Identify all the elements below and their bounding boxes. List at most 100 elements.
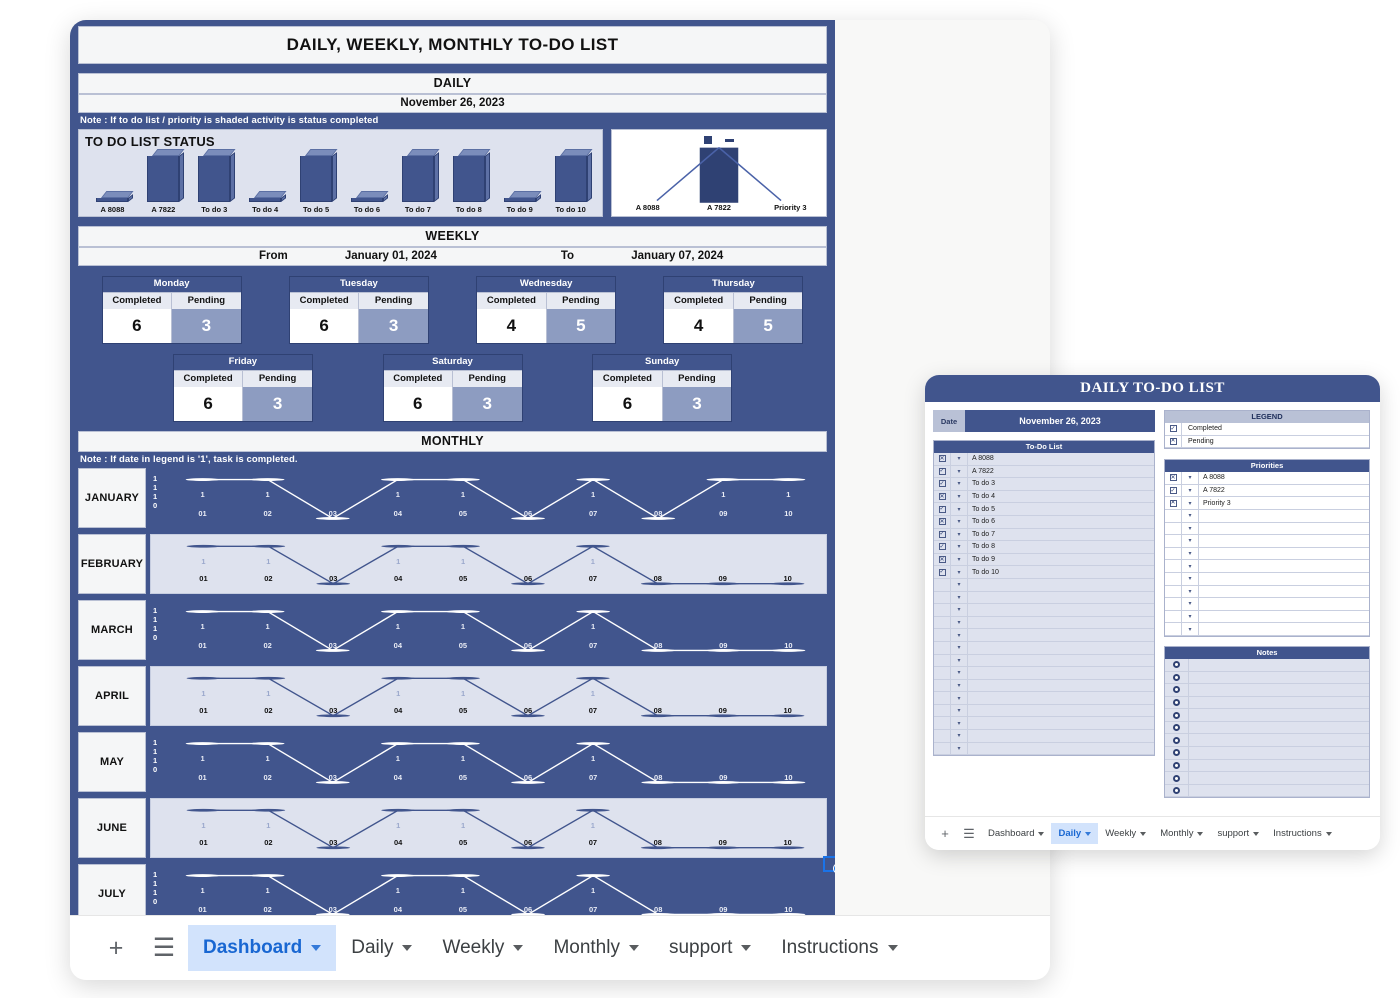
crossed-checkbox-icon[interactable]: ✕ — [938, 455, 946, 463]
note-row[interactable] — [1165, 709, 1369, 722]
list-item[interactable]: ▾ — [1165, 585, 1369, 599]
list-item[interactable]: ▾ — [934, 591, 1154, 605]
checkbox-cell[interactable]: ✓ — [934, 566, 951, 578]
checkbox-cell[interactable] — [1165, 522, 1182, 535]
month-line-chart[interactable]: 1 1 1 0 1 1 1 1 1 01 02 03 04 05 06 07 08 09 10 — [150, 864, 827, 915]
note-row[interactable] — [1165, 684, 1369, 697]
note-row[interactable] — [1165, 734, 1369, 748]
item-text[interactable] — [968, 667, 1154, 679]
note-text[interactable] — [1189, 747, 1369, 759]
item-text[interactable] — [1199, 535, 1369, 547]
note-row[interactable] — [1165, 671, 1369, 685]
item-text[interactable] — [1199, 585, 1369, 598]
plus-icon[interactable]: + — [92, 934, 140, 963]
dropdown-caret-icon[interactable]: ▾ — [1182, 509, 1199, 522]
dropdown-caret-icon[interactable]: ▾ — [1182, 572, 1199, 585]
item-text[interactable] — [1199, 572, 1369, 585]
list-item[interactable]: ▾ — [934, 578, 1154, 592]
list-item[interactable]: ✓ ▾ To do 5 — [934, 503, 1154, 516]
list-item[interactable]: ✓ ▾ To do 10 — [934, 566, 1154, 579]
month-line-chart[interactable]: 1 1 1 1 1 01 02 03 04 05 06 07 08 09 10 — [150, 798, 827, 858]
note-text[interactable] — [1189, 772, 1369, 784]
crossed-checkbox-icon[interactable]: ✕ — [938, 518, 946, 526]
item-text[interactable]: To do 9 — [968, 553, 1154, 566]
chevron-down-icon[interactable] — [402, 945, 413, 951]
checkbox-cell[interactable] — [934, 742, 951, 755]
dropdown-caret-icon[interactable]: ▾ — [951, 616, 968, 629]
dropdown-caret-icon[interactable]: ▾ — [951, 654, 968, 667]
checkbox-cell[interactable]: ✓ — [1165, 484, 1182, 497]
list-item[interactable]: ▾ — [934, 717, 1154, 731]
weekday-card[interactable]: Friday Completed Pending 6 3 — [172, 354, 313, 422]
item-text[interactable] — [968, 717, 1154, 730]
dropdown-caret-icon[interactable]: ▾ — [951, 541, 968, 553]
checkbox-cell[interactable] — [934, 730, 951, 742]
weekday-card[interactable]: Sunday Completed Pending 6 3 — [592, 354, 733, 422]
checkbox-cell[interactable]: ✓ — [934, 478, 951, 490]
dropdown-caret-icon[interactable]: ▾ — [1182, 585, 1199, 598]
tab-dashboard[interactable]: Dashboard — [981, 823, 1051, 844]
spreadsheet-canvas[interactable]: DAILY, WEEKLY, MONTHLY TO-DO LIST DAILY … — [70, 20, 835, 915]
dropdown-caret-icon[interactable]: ▾ — [951, 629, 968, 641]
dropdown-caret-icon[interactable]: ▾ — [1182, 484, 1199, 497]
checked-checkbox-icon[interactable]: ✓ — [1169, 487, 1177, 495]
item-text[interactable] — [968, 679, 1154, 692]
item-text[interactable] — [1199, 598, 1369, 610]
checkbox-cell[interactable] — [934, 679, 951, 692]
list-item[interactable]: ▾ — [1165, 598, 1369, 611]
list-item[interactable]: ✕ ▾ To do 4 — [934, 490, 1154, 504]
item-text[interactable] — [968, 730, 1154, 742]
chevron-down-icon[interactable] — [741, 945, 752, 951]
plus-icon[interactable]: + — [933, 826, 957, 841]
item-text[interactable]: To do 3 — [968, 478, 1154, 490]
checkbox-cell[interactable] — [934, 616, 951, 629]
checkbox-cell[interactable] — [1165, 509, 1182, 522]
item-text[interactable] — [968, 742, 1154, 755]
dropdown-caret-icon[interactable]: ▾ — [951, 566, 968, 578]
dropdown-caret-icon[interactable]: ▾ — [951, 453, 968, 465]
tab-instructions[interactable]: Instructions — [1266, 823, 1339, 844]
checkbox-cell[interactable] — [934, 667, 951, 679]
list-item[interactable]: ✓ ▾ A 7822 — [1165, 484, 1369, 498]
chevron-down-icon[interactable] — [1140, 831, 1147, 836]
list-item[interactable]: ▾ — [934, 616, 1154, 630]
dropdown-caret-icon[interactable]: ▾ — [951, 704, 968, 717]
priority-chart[interactable]: A 8088 A 7822 Priority 3 — [611, 129, 827, 217]
dropdown-caret-icon[interactable]: ▾ — [951, 730, 968, 742]
weekday-card[interactable]: Monday Completed Pending 6 3 — [101, 276, 242, 344]
weekday-card[interactable]: Wednesday Completed Pending 4 5 — [476, 276, 617, 344]
dropdown-caret-icon[interactable]: ▾ — [1182, 472, 1199, 484]
item-text[interactable]: Priority 3 — [1199, 497, 1369, 509]
checked-checkbox-icon[interactable]: ✓ — [938, 530, 946, 538]
dropdown-caret-icon[interactable]: ▾ — [951, 515, 968, 528]
tab-instructions[interactable]: Instructions — [766, 925, 912, 971]
checkbox-cell[interactable]: ✕ — [1165, 472, 1182, 484]
dropdown-caret-icon[interactable]: ▾ — [1182, 610, 1199, 623]
item-text[interactable]: A 8088 — [1199, 472, 1369, 484]
tab-monthly[interactable]: Monthly — [538, 925, 654, 971]
chevron-down-icon[interactable] — [1197, 831, 1204, 836]
chevron-down-icon[interactable] — [1038, 831, 1045, 836]
month-line-chart[interactable]: 1 1 1 0 1 1 1 1 1 01 02 03 04 05 06 07 08 09 10 — [150, 732, 827, 792]
dropdown-caret-icon[interactable]: ▾ — [951, 679, 968, 692]
list-item[interactable]: ▾ — [1165, 535, 1369, 548]
dropdown-caret-icon[interactable]: ▾ — [951, 604, 968, 616]
list-item[interactable]: ✕ ▾ To do 6 — [934, 515, 1154, 529]
note-text[interactable] — [1189, 784, 1369, 797]
checkbox-cell[interactable]: ✕ — [934, 490, 951, 503]
item-text[interactable] — [1199, 560, 1369, 572]
note-text[interactable] — [1189, 658, 1369, 671]
item-text[interactable]: A 7822 — [1199, 484, 1369, 497]
checkbox-cell[interactable]: ✓ — [934, 503, 951, 515]
item-text[interactable]: To do 4 — [968, 490, 1154, 503]
dropdown-caret-icon[interactable]: ▾ — [951, 591, 968, 604]
item-text[interactable] — [968, 616, 1154, 629]
month-line-chart[interactable]: 1 1 1 0 1 1 1 1 1 01 02 03 04 05 06 07 08 09 10 — [150, 600, 827, 660]
dropdown-caret-icon[interactable]: ▾ — [951, 553, 968, 566]
month-line-chart[interactable]: 1 1 1 1 1 01 02 03 04 05 06 07 08 09 10 — [150, 534, 827, 594]
list-item[interactable]: ▾ — [934, 692, 1154, 705]
tab-daily[interactable]: Daily — [336, 925, 427, 971]
checkbox-cell[interactable]: ✓ — [934, 465, 951, 478]
checkbox-cell[interactable] — [934, 692, 951, 704]
note-row[interactable] — [1165, 772, 1369, 785]
